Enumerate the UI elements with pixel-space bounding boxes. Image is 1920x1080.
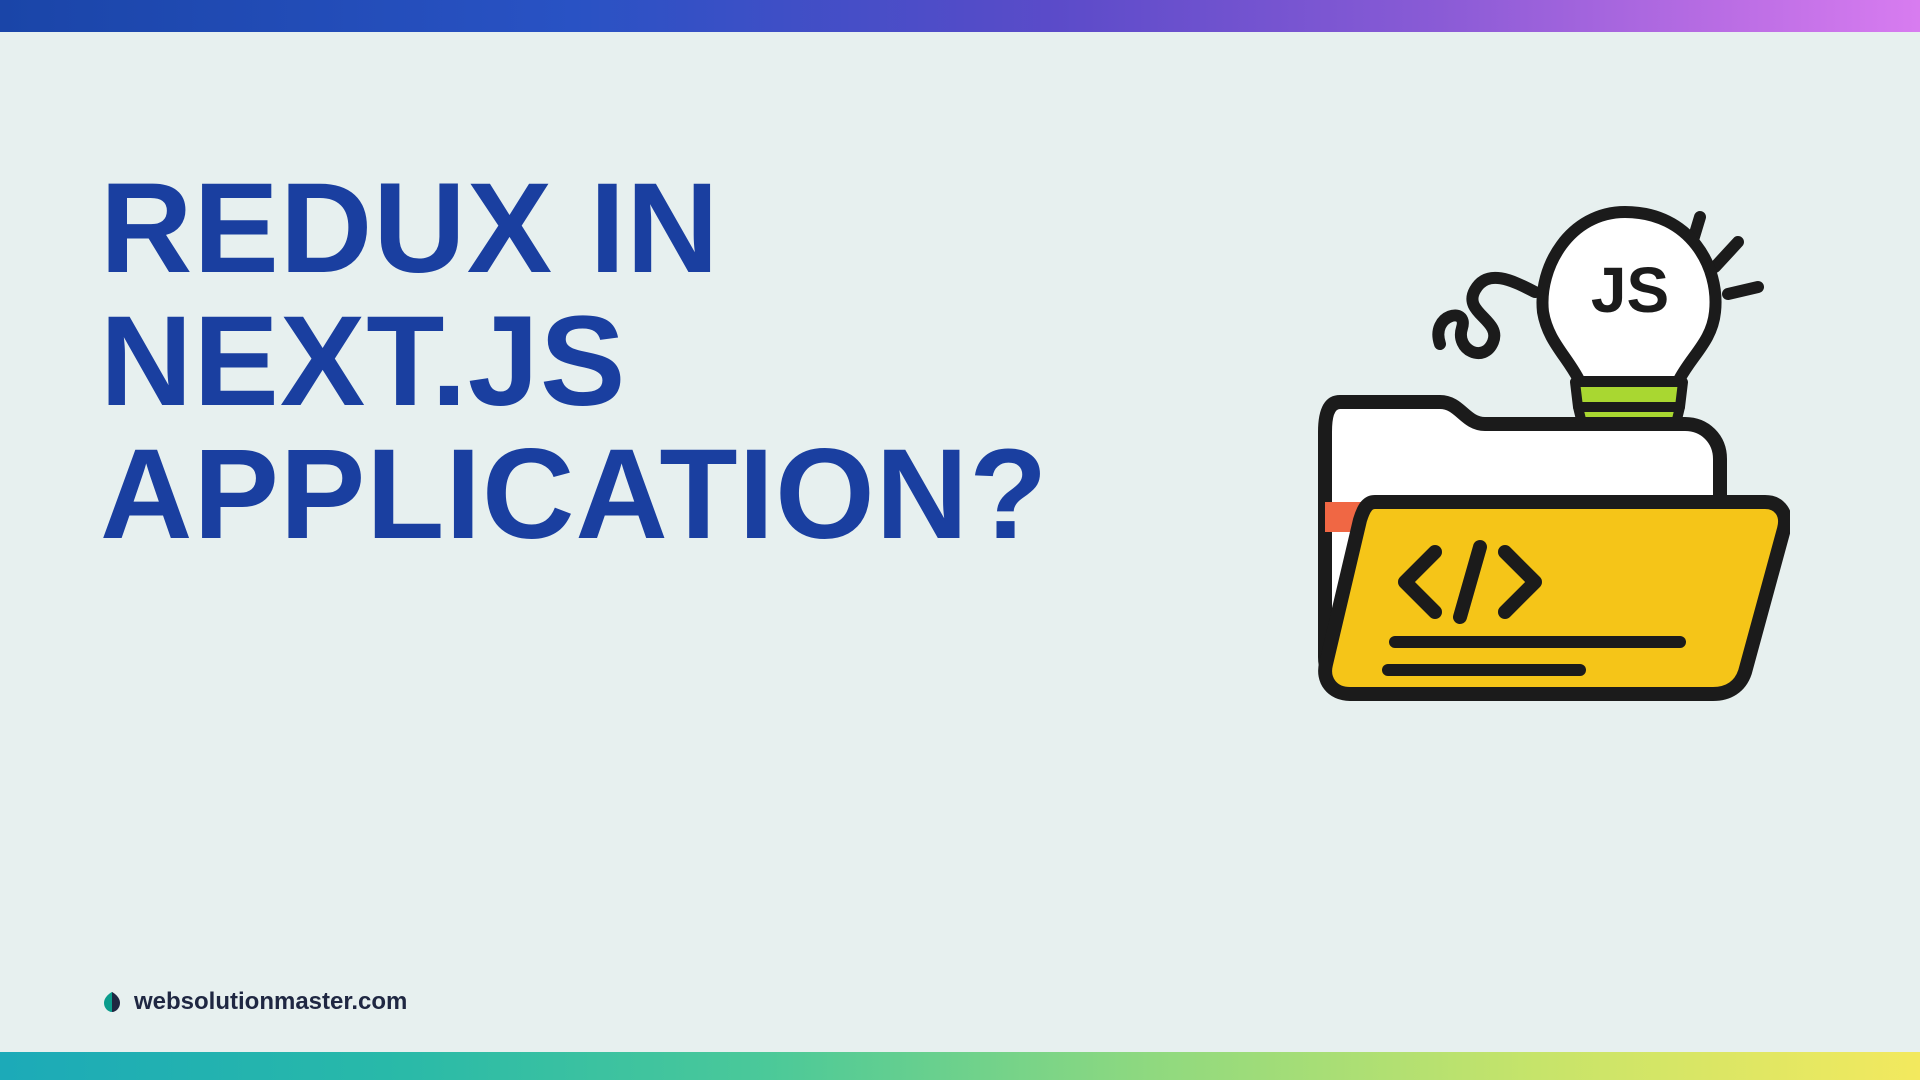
bottom-gradient-bar: [0, 1052, 1920, 1080]
top-gradient-bar: [0, 0, 1920, 32]
title-line-1: Redux in: [100, 157, 720, 300]
title-block: Redux in Next.JS Application?: [100, 162, 1048, 561]
footer-brand: websolutionmaster.com: [100, 988, 407, 1016]
brand-logo-icon: [100, 990, 124, 1014]
illustration-svg: JS: [1270, 172, 1790, 712]
title-line-3: Application?: [100, 423, 1048, 566]
page-root: Redux in Next.JS Application? JS: [0, 0, 1920, 1080]
page-title: Redux in Next.JS Application?: [100, 162, 1048, 561]
title-line-2: Next.JS: [100, 290, 626, 433]
cord-squiggle-icon: [1438, 278, 1535, 353]
content-area: Redux in Next.JS Application? JS: [0, 32, 1920, 1080]
bulb-js-label: JS: [1591, 254, 1669, 326]
code-folder-illustration: JS: [1270, 172, 1790, 712]
brand-text: websolutionmaster.com: [134, 988, 407, 1016]
